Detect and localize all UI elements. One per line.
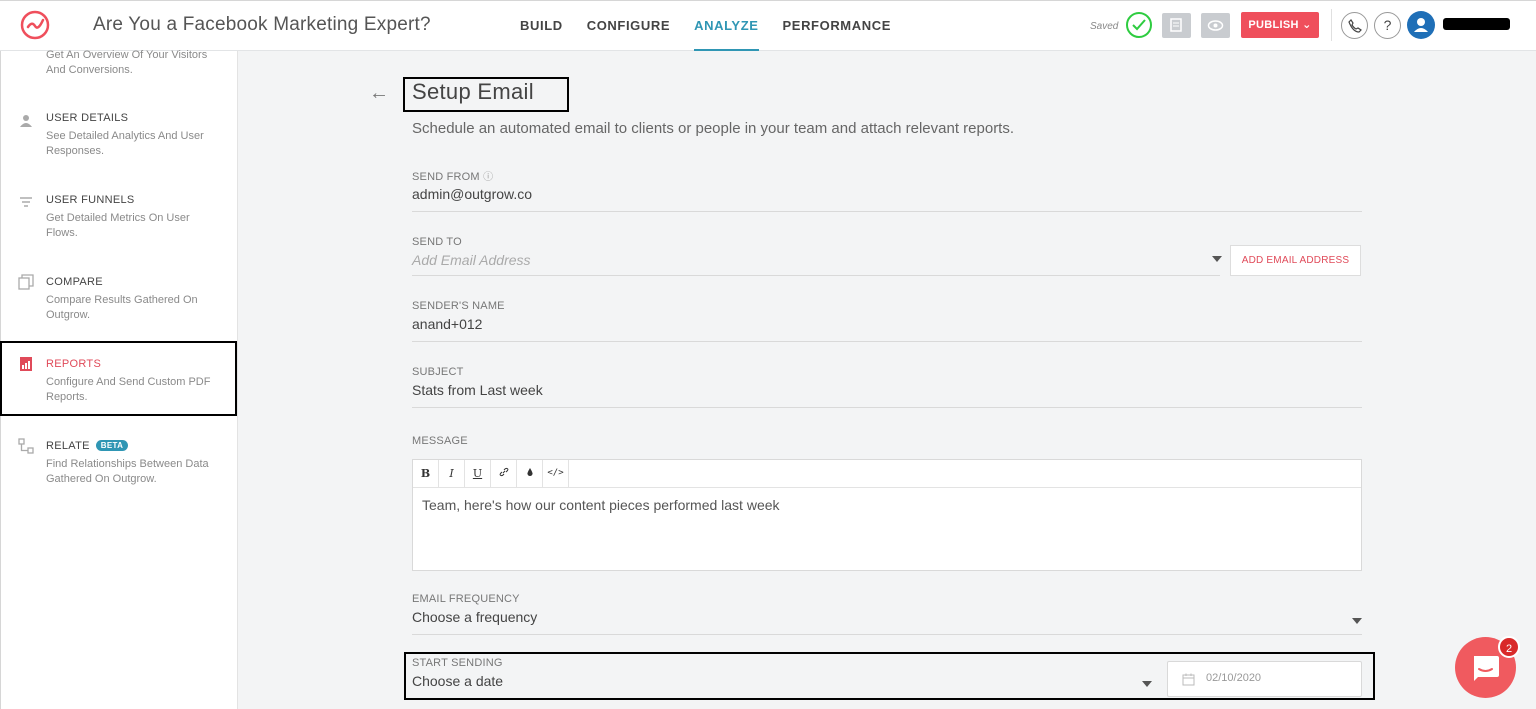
sidebar-item-title: COMPARE	[46, 276, 103, 288]
sidebar-item-user-funnels[interactable]: USER FUNNELS Get Detailed Metrics On Use…	[1, 191, 238, 251]
sidebar-item-compare[interactable]: COMPARE Compare Results Gathered On Outg…	[1, 273, 238, 333]
compare-icon	[18, 274, 34, 290]
outgrow-logo-icon[interactable]	[20, 9, 52, 41]
header-divider	[1331, 9, 1332, 41]
sidebar-item-title: USER FUNNELS	[46, 194, 135, 206]
link-icon[interactable]	[491, 460, 517, 487]
nav-build[interactable]: BUILD	[520, 1, 563, 51]
start-date-chevron-down-icon[interactable]	[1142, 681, 1152, 687]
message-text[interactable]: Team, here's how our content pieces perf…	[422, 497, 780, 513]
text-color-icon[interactable]	[517, 460, 543, 487]
subject-field[interactable]: Stats from Last week	[412, 382, 543, 398]
sidebar-item-title: RELATE BETA	[46, 440, 129, 452]
subject-underline	[412, 407, 1362, 408]
user-icon	[20, 115, 32, 127]
page-subtitle: Schedule an automated email to clients o…	[412, 120, 1015, 137]
subject-label: SUBJECT	[412, 366, 464, 378]
calendar-icon	[1182, 673, 1195, 686]
preview-eye-icon[interactable]	[1201, 13, 1230, 38]
info-icon: ⓘ	[483, 172, 494, 183]
send-from-underline	[412, 211, 1362, 212]
frequency-chevron-down-icon[interactable]	[1352, 618, 1362, 624]
start-sending-label: START SENDING	[412, 657, 503, 669]
sidebar-item-desc: Get Detailed Metrics On User Flows.	[46, 212, 190, 239]
message-editor[interactable]: B I U </> Team, here's how our content p…	[412, 459, 1362, 571]
sidebar: Get An Overview Of Your Visitors And Con…	[0, 49, 238, 709]
saved-check-icon	[1126, 12, 1152, 38]
nav-configure[interactable]: CONFIGURE	[587, 1, 670, 51]
frequency-underline	[412, 634, 1362, 635]
filter-icon	[20, 197, 32, 207]
main-nav: BUILD CONFIGURE ANALYZE PERFORMANCE	[520, 1, 915, 51]
sender-name-field[interactable]: anand+012	[412, 316, 482, 332]
help-icon[interactable]: ?	[1374, 12, 1401, 39]
message-label: MESSAGE	[412, 435, 468, 447]
saved-status: Saved	[1090, 21, 1119, 32]
date-picker-input[interactable]: 02/10/2020	[1167, 661, 1362, 697]
sidebar-item-overview[interactable]: Get An Overview Of Your Visitors And Con…	[1, 49, 238, 91]
sidebar-item-relate[interactable]: RELATE BETA Find Relationships Between Da…	[1, 437, 238, 497]
nav-analyze[interactable]: ANALYZE	[694, 1, 759, 51]
start-date-select[interactable]: Choose a date	[412, 673, 503, 689]
page-title: Setup Email	[412, 79, 534, 104]
sidebar-item-desc: Get An Overview Of Your Visitors And Con…	[46, 49, 208, 76]
back-arrow-icon[interactable]: ←	[369, 82, 389, 105]
sender-name-label: SENDER'S NAME	[412, 300, 505, 312]
send-to-label: SEND TO	[412, 236, 462, 248]
redacted-user-name[interactable]	[1443, 18, 1510, 30]
send-from-field[interactable]: admin@outgrow.co	[412, 186, 532, 202]
bold-button[interactable]: B	[413, 460, 439, 487]
frequency-select[interactable]: Choose a frequency	[412, 609, 537, 625]
sidebar-item-desc: Configure And Send Custom PDF Reports.	[46, 376, 211, 403]
sidebar-item-desc: Compare Results Gathered On Outgrow.	[46, 294, 198, 321]
italic-button[interactable]: I	[439, 460, 465, 487]
code-view-button[interactable]: </>	[543, 460, 569, 487]
top-header: Are You a Facebook Marketing Expert? BUI…	[0, 0, 1536, 51]
report-icon	[20, 357, 32, 371]
sidebar-item-user-details[interactable]: USER DETAILS See Detailed Analytics And …	[1, 109, 238, 169]
chevron-down-icon: ⌄	[1302, 19, 1312, 31]
send-to-dropdown-icon[interactable]	[1212, 256, 1222, 262]
sender-name-underline	[412, 341, 1362, 342]
sidebar-item-desc: Find Relationships Between Data Gathered…	[46, 458, 209, 485]
send-to-underline	[412, 275, 1220, 276]
add-email-address-button[interactable]: ADD EMAIL ADDRESS	[1230, 245, 1361, 276]
relate-icon	[18, 438, 34, 454]
sidebar-item-reports[interactable]: REPORTS Configure And Send Custom PDF Re…	[1, 355, 238, 415]
send-from-label: SEND FROM ⓘ	[412, 171, 494, 183]
notification-badge: 2	[1498, 636, 1520, 658]
date-value: 02/10/2020	[1206, 672, 1262, 684]
scrollbar[interactable]	[1524, 51, 1536, 709]
app-title: Are You a Facebook Marketing Expert?	[93, 14, 431, 35]
underline-button[interactable]: U	[465, 460, 491, 487]
nav-performance[interactable]: PERFORMANCE	[783, 1, 891, 51]
sidebar-item-title: USER DETAILS	[46, 112, 129, 124]
publish-button[interactable]: PUBLISH ⌄	[1241, 12, 1319, 38]
templates-icon[interactable]	[1162, 13, 1191, 38]
sidebar-item-title: REPORTS	[46, 358, 102, 370]
beta-badge: BETA	[95, 440, 129, 451]
sidebar-item-desc: See Detailed Analytics And User Response…	[46, 130, 204, 157]
frequency-label: EMAIL FREQUENCY	[412, 593, 520, 605]
avatar[interactable]	[1407, 11, 1435, 39]
phone-icon[interactable]	[1341, 12, 1368, 39]
editor-toolbar: B I U </>	[413, 460, 1361, 488]
send-to-input[interactable]: Add Email Address	[412, 252, 531, 268]
